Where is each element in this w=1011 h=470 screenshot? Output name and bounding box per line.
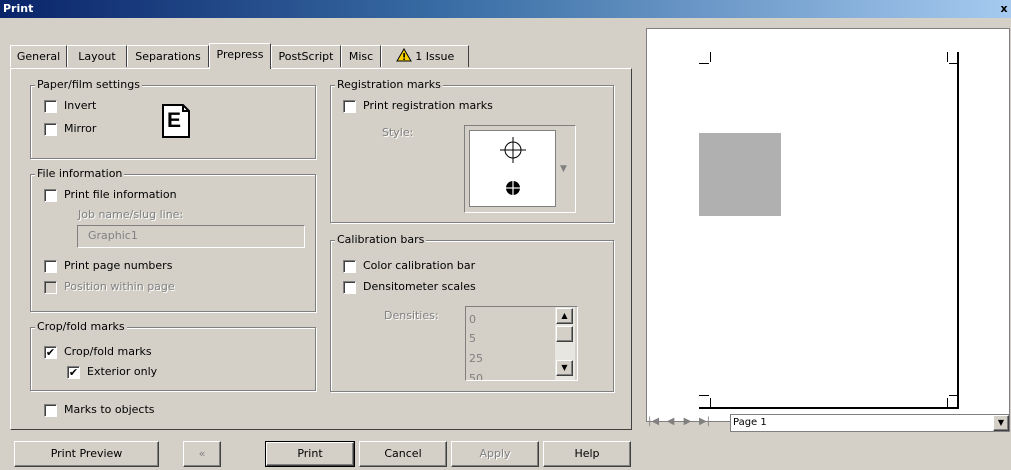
crosshair-mark-icon bbox=[500, 137, 526, 163]
crop-mark bbox=[710, 52, 711, 62]
print-file-info-label[interactable]: Print file information bbox=[64, 188, 177, 202]
tab-label: Layout bbox=[78, 50, 116, 63]
list-item[interactable]: 5 bbox=[469, 330, 476, 347]
crop-mark bbox=[699, 63, 709, 64]
button-label: Help bbox=[574, 447, 600, 460]
list-item[interactable]: 25 bbox=[469, 350, 483, 367]
page-selector[interactable]: Page 1 ▼ bbox=[730, 414, 1010, 432]
position-within-page-checkbox[interactable] bbox=[44, 281, 57, 294]
mirror-label[interactable]: Mirror bbox=[64, 122, 96, 136]
scroll-up-icon[interactable]: ▲ bbox=[556, 308, 573, 324]
next-page-icon[interactable]: ▶ bbox=[680, 414, 695, 431]
help-button[interactable]: Help bbox=[543, 441, 631, 467]
print-page-numbers-label[interactable]: Print page numbers bbox=[64, 259, 172, 273]
scroll-thumb[interactable] bbox=[556, 326, 573, 342]
tab-label: PostScript bbox=[278, 50, 334, 63]
button-label: Cancel bbox=[384, 447, 422, 460]
crop-fold-marks-label[interactable]: Crop/fold marks bbox=[64, 345, 152, 359]
scroll-down-icon[interactable]: ▼ bbox=[556, 360, 573, 376]
crop-mark bbox=[710, 398, 711, 408]
chevron-down-icon[interactable]: ▼ bbox=[993, 415, 1009, 431]
tab-layout[interactable]: Layout bbox=[67, 45, 127, 67]
densities-label: Densities: bbox=[384, 309, 439, 322]
marks-to-objects-checkbox[interactable] bbox=[44, 404, 57, 417]
target-mark-icon bbox=[506, 181, 520, 195]
double-chevron-left-icon: « bbox=[198, 447, 206, 460]
registration-style-preview bbox=[469, 130, 556, 207]
job-name-value: Graphic1 bbox=[88, 229, 138, 242]
chevron-down-icon[interactable]: ▼ bbox=[560, 164, 567, 174]
print-button[interactable]: Print bbox=[265, 441, 355, 467]
crop-mark bbox=[947, 52, 948, 62]
print-registration-marks-checkbox[interactable] bbox=[343, 100, 356, 113]
marks-to-objects-label[interactable]: Marks to objects bbox=[64, 403, 155, 417]
collapse-preview-button[interactable]: « bbox=[183, 441, 221, 467]
group-legend: Crop/fold marks bbox=[35, 320, 127, 334]
title-bar: Print bbox=[0, 0, 1011, 18]
densities-list[interactable]: 0 5 25 50 ▲ ▼ bbox=[465, 306, 578, 381]
crop-mark bbox=[947, 398, 948, 408]
print-page-numbers-checkbox[interactable] bbox=[44, 260, 57, 273]
tab-postscript[interactable]: PostScript bbox=[271, 45, 341, 67]
exterior-only-label[interactable]: Exterior only bbox=[87, 365, 157, 379]
cancel-button[interactable]: Cancel bbox=[359, 441, 447, 467]
button-label: Print Preview bbox=[50, 447, 123, 460]
color-calibration-bar-label[interactable]: Color calibration bar bbox=[363, 259, 475, 273]
preview-page bbox=[699, 52, 959, 409]
tab-misc[interactable]: Misc bbox=[341, 45, 381, 67]
tab-label: Separations bbox=[135, 50, 201, 63]
print-registration-marks-label[interactable]: Print registration marks bbox=[363, 99, 493, 113]
job-name-field[interactable]: Graphic1 bbox=[77, 225, 305, 248]
group-legend: Paper/film settings bbox=[35, 78, 142, 92]
warning-icon bbox=[395, 48, 412, 62]
invert-checkbox[interactable] bbox=[44, 100, 57, 113]
mirror-checkbox[interactable] bbox=[44, 123, 57, 136]
exterior-only-checkbox[interactable]: ✔ bbox=[67, 366, 80, 379]
densitometer-scales-label[interactable]: Densitometer scales bbox=[363, 280, 476, 294]
apply-button[interactable]: Apply bbox=[451, 441, 539, 467]
page-orientation-letter: E bbox=[167, 109, 182, 132]
page-navigation-bar: |◀ ◀ ▶ ▶| Page 1 ▼ bbox=[646, 414, 1010, 432]
densities-scrollbar[interactable]: ▲ ▼ bbox=[555, 307, 575, 380]
crop-fold-marks-checkbox[interactable]: ✔ bbox=[44, 346, 57, 359]
tab-label: Prepress bbox=[216, 48, 264, 61]
style-label: Style: bbox=[382, 126, 414, 139]
crop-fold-group: Crop/fold marks bbox=[30, 320, 316, 391]
preview-object bbox=[699, 133, 781, 216]
last-page-icon[interactable]: ▶| bbox=[697, 414, 712, 431]
window-title: Print bbox=[3, 2, 34, 15]
group-legend: File information bbox=[35, 167, 125, 181]
print-preview-button[interactable]: Print Preview bbox=[14, 441, 159, 467]
list-item[interactable]: 0 bbox=[469, 311, 476, 328]
previous-page-icon[interactable]: ◀ bbox=[663, 414, 678, 431]
color-calibration-bar-checkbox[interactable] bbox=[343, 260, 356, 273]
crop-mark bbox=[699, 395, 709, 396]
print-file-info-checkbox[interactable] bbox=[44, 189, 57, 202]
tab-general[interactable]: General bbox=[10, 45, 67, 67]
first-page-icon[interactable]: |◀ bbox=[646, 414, 661, 431]
tab-separations[interactable]: Separations bbox=[127, 45, 209, 67]
tab-issues[interactable]: 1 Issue bbox=[381, 45, 469, 67]
invert-label[interactable]: Invert bbox=[64, 99, 96, 113]
job-name-label: Job name/slug line: bbox=[78, 208, 184, 221]
registration-style-picker[interactable]: ▼ bbox=[464, 125, 576, 213]
group-legend: Calibration bars bbox=[335, 233, 427, 247]
list-item[interactable]: 50 bbox=[469, 370, 483, 380]
tab-label: Misc bbox=[348, 50, 374, 63]
page-selector-value: Page 1 bbox=[733, 417, 767, 428]
close-icon[interactable]: x bbox=[997, 1, 1011, 16]
crop-mark bbox=[949, 395, 959, 396]
tab-label: 1 Issue bbox=[415, 50, 455, 63]
position-within-page-label[interactable]: Position within page bbox=[64, 280, 175, 294]
tab-prepress[interactable]: Prepress bbox=[209, 43, 271, 69]
group-legend: Registration marks bbox=[335, 78, 443, 92]
crop-mark bbox=[949, 63, 959, 64]
tab-label: General bbox=[16, 50, 61, 63]
button-label: Print bbox=[297, 447, 323, 460]
button-label: Apply bbox=[479, 447, 511, 460]
densitometer-scales-checkbox[interactable] bbox=[343, 281, 356, 294]
